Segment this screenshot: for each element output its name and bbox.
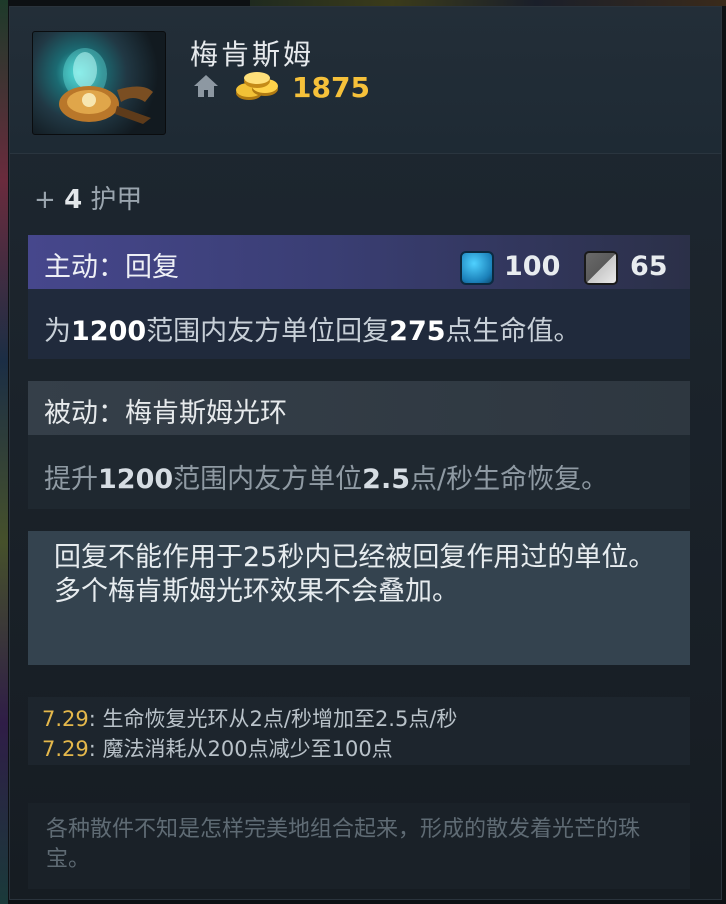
stat-armor: + 4 护甲	[34, 179, 142, 216]
item-tooltip: 梅肯斯姆 1875 + 4 护甲 主动：回复 100 65 为1200范围内友方…	[9, 6, 722, 900]
change-item: 7.29: 生命恢复光环从2点/秒增加至2.5点/秒	[42, 703, 457, 733]
change-text: : 魔法消耗从200点减少至100点	[88, 737, 393, 761]
change-version: 7.29	[42, 737, 89, 761]
item-name: 梅肯斯姆	[190, 38, 315, 71]
change-version: 7.29	[42, 707, 89, 731]
active-ability-title: 主动：回复	[44, 252, 179, 283]
passive-ability-section: 被动：梅肯斯姆光环 提升1200范围内友方单位2.5点/秒生命恢复。	[28, 381, 690, 509]
active-ability-section: 主动：回复 100 65 为1200范围内友方单位回复275点生命值。	[28, 235, 690, 359]
cooldown-value: 65	[630, 251, 668, 282]
passive-ability-description: 提升1200范围内友方单位2.5点/秒生命恢复。	[44, 464, 609, 495]
mekansm-item-icon	[32, 31, 166, 135]
background-edge-left	[0, 0, 8, 904]
tooltip-header: 梅肯斯姆 1875	[10, 7, 721, 154]
mana-cost: 100	[504, 251, 561, 282]
mana-icon	[460, 251, 494, 285]
stat-label: 护甲	[90, 185, 143, 215]
lore-section: 各种散件不知是怎样完美地组合起来，形成的散发着光芒的珠宝。	[28, 803, 690, 889]
stat-prefix: +	[34, 185, 56, 215]
gold-coins-icon	[236, 72, 278, 100]
passive-ability-header: 被动：梅肯斯姆光环	[28, 381, 690, 435]
passive-ability-title: 被动：梅肯斯姆光环	[44, 398, 287, 429]
home-icon	[194, 75, 218, 97]
change-item: 7.29: 魔法消耗从200点减少至100点	[42, 733, 393, 763]
patch-changes: 7.29: 生命恢复光环从2点/秒增加至2.5点/秒 7.29: 魔法消耗从20…	[28, 697, 690, 765]
change-text: : 生命恢复光环从2点/秒增加至2.5点/秒	[88, 707, 458, 731]
note-line: 回复不能作用于25秒内已经被回复作用过的单位。	[54, 542, 656, 573]
lore-text: 各种散件不知是怎样完美地组合起来，形成的散发着光芒的珠宝。	[46, 817, 641, 872]
ability-notes: 回复不能作用于25秒内已经被回复作用过的单位。 多个梅肯斯姆光环效果不会叠加。	[28, 531, 690, 665]
item-cost: 1875	[292, 71, 370, 104]
note-line: 多个梅肯斯姆光环效果不会叠加。	[54, 576, 459, 607]
cooldown-icon	[584, 251, 618, 285]
active-ability-description: 为1200范围内友方单位回复275点生命值。	[44, 316, 581, 347]
stat-value: 4	[64, 185, 83, 215]
active-ability-header: 主动：回复 100 65	[28, 235, 690, 289]
